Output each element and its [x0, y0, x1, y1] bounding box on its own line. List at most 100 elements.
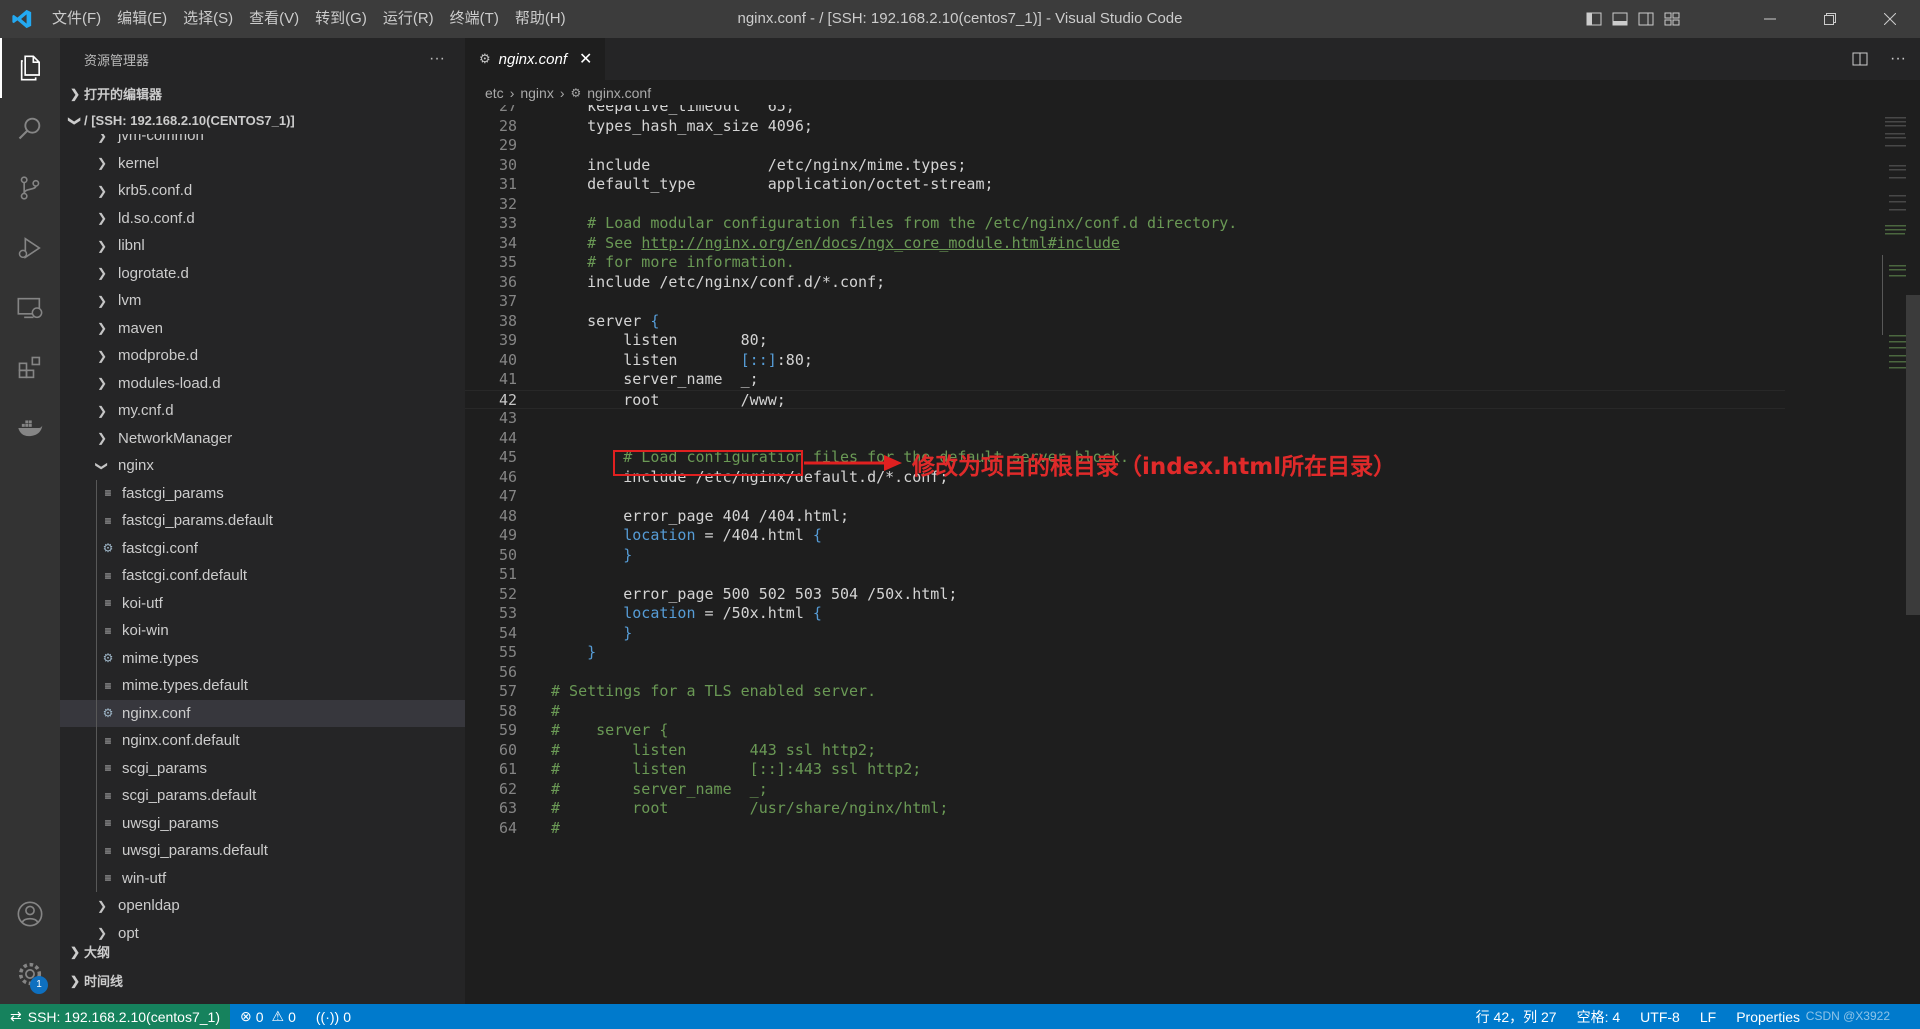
- accounts-icon[interactable]: [0, 884, 60, 944]
- menu-item[interactable]: 编辑(E): [109, 0, 175, 38]
- minimap[interactable]: [1785, 105, 1920, 1004]
- language-mode[interactable]: Properties: [1726, 1009, 1810, 1025]
- line-number: 32: [498, 194, 517, 213]
- file-lines-icon: ≡: [104, 568, 112, 583]
- explorer-icon[interactable]: [0, 38, 60, 98]
- file-tree: ❯ jvm-common ❯ kernel ❯ krb5.conf.d ❯ ld.so.con…: [60, 134, 465, 950]
- indent-guide: [96, 479, 97, 892]
- menu-item[interactable]: 转到(G): [307, 0, 375, 38]
- code-text: location = /404.html {: [623, 526, 822, 544]
- more-actions-button[interactable]: ···: [429, 50, 445, 68]
- tree-folder[interactable]: ❯ ld.so.conf.d: [60, 205, 465, 233]
- tree-file[interactable]: ≡ scgi_params: [60, 755, 465, 783]
- breadcrumb-item[interactable]: nginx: [520, 85, 553, 101]
- tree-folder[interactable]: ❯ NetworkManager: [60, 425, 465, 453]
- tree-file[interactable]: ≡ mime.types.default: [60, 672, 465, 700]
- vertical-scrollbar[interactable]: [1906, 105, 1920, 1004]
- tree-folder[interactable]: ❯ nginx: [60, 452, 465, 480]
- tree-folder[interactable]: ❯ modprobe.d: [60, 342, 465, 370]
- minimize-button[interactable]: [1740, 0, 1800, 38]
- code-view[interactable]: 27 keepalive_timeout 65; 28 types_hash_ma…: [465, 105, 1785, 1004]
- menu-item[interactable]: 帮助(H): [507, 0, 574, 38]
- search-icon[interactable]: [0, 98, 60, 158]
- open-editors-section[interactable]: ❯ 打开的编辑器: [60, 80, 465, 107]
- tree-folder[interactable]: ❯ logrotate.d: [60, 260, 465, 288]
- tree-file[interactable]: ≡ uwsgi_params.default: [60, 837, 465, 865]
- breadcrumb-item[interactable]: nginx.conf: [587, 85, 651, 101]
- line-number: 38: [498, 311, 517, 330]
- cursor-position[interactable]: 行 42，列 27: [1466, 1007, 1567, 1027]
- tree-folder[interactable]: ❯ my.cnf.d: [60, 397, 465, 425]
- tree-folder-label: my.cnf.d: [118, 402, 174, 420]
- tree-file[interactable]: ⚙ nginx.conf: [60, 699, 465, 727]
- scrollbar-thumb[interactable]: [1906, 295, 1920, 615]
- remote-indicator[interactable]: ⇄ SSH: 192.168.2.10(centos7_1): [0, 1004, 230, 1029]
- docker-icon[interactable]: [0, 398, 60, 458]
- end-of-line[interactable]: LF: [1690, 1009, 1726, 1025]
- code-line: 40 listen [::]:80;: [465, 351, 1785, 371]
- tree-folder[interactable]: ❯ kernel: [60, 150, 465, 178]
- code-text: location = /50x.html {: [623, 604, 822, 622]
- tree-file[interactable]: ≡ fastcgi_params.default: [60, 507, 465, 535]
- gear-icon: ⚙: [102, 651, 114, 666]
- error-count: 0: [255, 1008, 264, 1025]
- menu-item[interactable]: 查看(V): [241, 0, 307, 38]
- remote-explorer-icon[interactable]: [0, 278, 60, 338]
- code-line: 57 # Settings for a TLS enabled server.: [465, 682, 1785, 702]
- line-number: 35: [498, 253, 517, 271]
- remote-icon: ⇄: [10, 1008, 22, 1024]
- customize-layout-icon[interactable]: [1664, 11, 1680, 27]
- tree-file[interactable]: ≡ win-utf: [60, 865, 465, 893]
- extensions-icon[interactable]: [0, 338, 60, 398]
- tree-folder[interactable]: ❯ modules-load.d: [60, 370, 465, 398]
- tree-file[interactable]: ≡ nginx.conf.default: [60, 727, 465, 755]
- toggle-sidebar-icon[interactable]: [1586, 11, 1602, 27]
- tree-file[interactable]: ≡ uwsgi_params: [60, 810, 465, 838]
- encoding[interactable]: UTF-8: [1630, 1009, 1690, 1025]
- restore-button[interactable]: [1800, 0, 1860, 38]
- editor-more-actions-button[interactable]: ···: [1890, 50, 1906, 68]
- problems-indicator[interactable]: ⊗ 0 ⚠ 0: [230, 1008, 306, 1025]
- tree-file[interactable]: ≡ fastcgi.conf.default: [60, 562, 465, 590]
- code-text: keepalive_timeout 65;: [551, 105, 795, 115]
- tree-folder[interactable]: ❯ maven: [60, 315, 465, 343]
- ports-indicator[interactable]: ((·)) 0: [306, 1009, 361, 1025]
- tree-folder[interactable]: ❯ jvm-common: [60, 134, 465, 150]
- run-debug-icon[interactable]: [0, 218, 60, 278]
- menu-item[interactable]: 文件(F): [44, 0, 109, 38]
- tree-file[interactable]: ⚙ mime.types: [60, 645, 465, 673]
- tree-folder[interactable]: ❯ libnl: [60, 232, 465, 260]
- file-lines-icon: ≡: [104, 513, 112, 528]
- tree-file-label: scgi_params: [122, 759, 208, 777]
- tree-file[interactable]: ≡ scgi_params.default: [60, 782, 465, 810]
- source-control-icon[interactable]: [0, 158, 60, 218]
- tree-file[interactable]: ≡ fastcgi_params: [60, 480, 465, 508]
- code-line: 49 location = /404.html {: [465, 526, 1785, 546]
- menu-item[interactable]: 选择(S): [175, 0, 241, 38]
- file-lines-icon: ≡: [104, 761, 112, 776]
- tree-file[interactable]: ⚙ fastcgi.conf: [60, 535, 465, 563]
- menu-item[interactable]: 运行(R): [375, 0, 442, 38]
- tree-folder[interactable]: ❯ lvm: [60, 287, 465, 315]
- indentation[interactable]: 空格: 4: [1567, 1007, 1631, 1027]
- settings-gear-icon[interactable]: 1: [0, 944, 60, 1004]
- tree-file-label: mime.types.default: [122, 677, 248, 695]
- menu-item[interactable]: 终端(T): [442, 0, 507, 38]
- tree-folder[interactable]: ❯ krb5.conf.d: [60, 177, 465, 205]
- activity-bar: 1: [0, 38, 60, 1004]
- toggle-secondary-sidebar-icon[interactable]: [1638, 11, 1654, 27]
- tree-file[interactable]: ≡ koi-win: [60, 617, 465, 645]
- toggle-panel-icon[interactable]: [1612, 11, 1628, 27]
- tree-file[interactable]: ≡ koi-utf: [60, 590, 465, 618]
- root-folder-section[interactable]: ❯ / [SSH: 192.168.2.10(CENTOS7_1)]: [60, 107, 465, 134]
- close-button[interactable]: [1860, 0, 1920, 38]
- close-tab-icon[interactable]: ✕: [579, 49, 592, 69]
- line-number: 29: [498, 136, 517, 154]
- tab-nginx-conf[interactable]: ⚙ nginx.conf ✕: [465, 38, 605, 80]
- outline-section[interactable]: ❯ 大纲: [60, 938, 465, 965]
- timeline-section[interactable]: ❯ 时间线: [60, 967, 465, 994]
- split-editor-icon[interactable]: [1852, 51, 1868, 67]
- tree-folder[interactable]: ❯ openldap: [60, 892, 465, 920]
- code-line: 29: [465, 136, 1785, 156]
- breadcrumb-item[interactable]: etc: [485, 85, 504, 101]
